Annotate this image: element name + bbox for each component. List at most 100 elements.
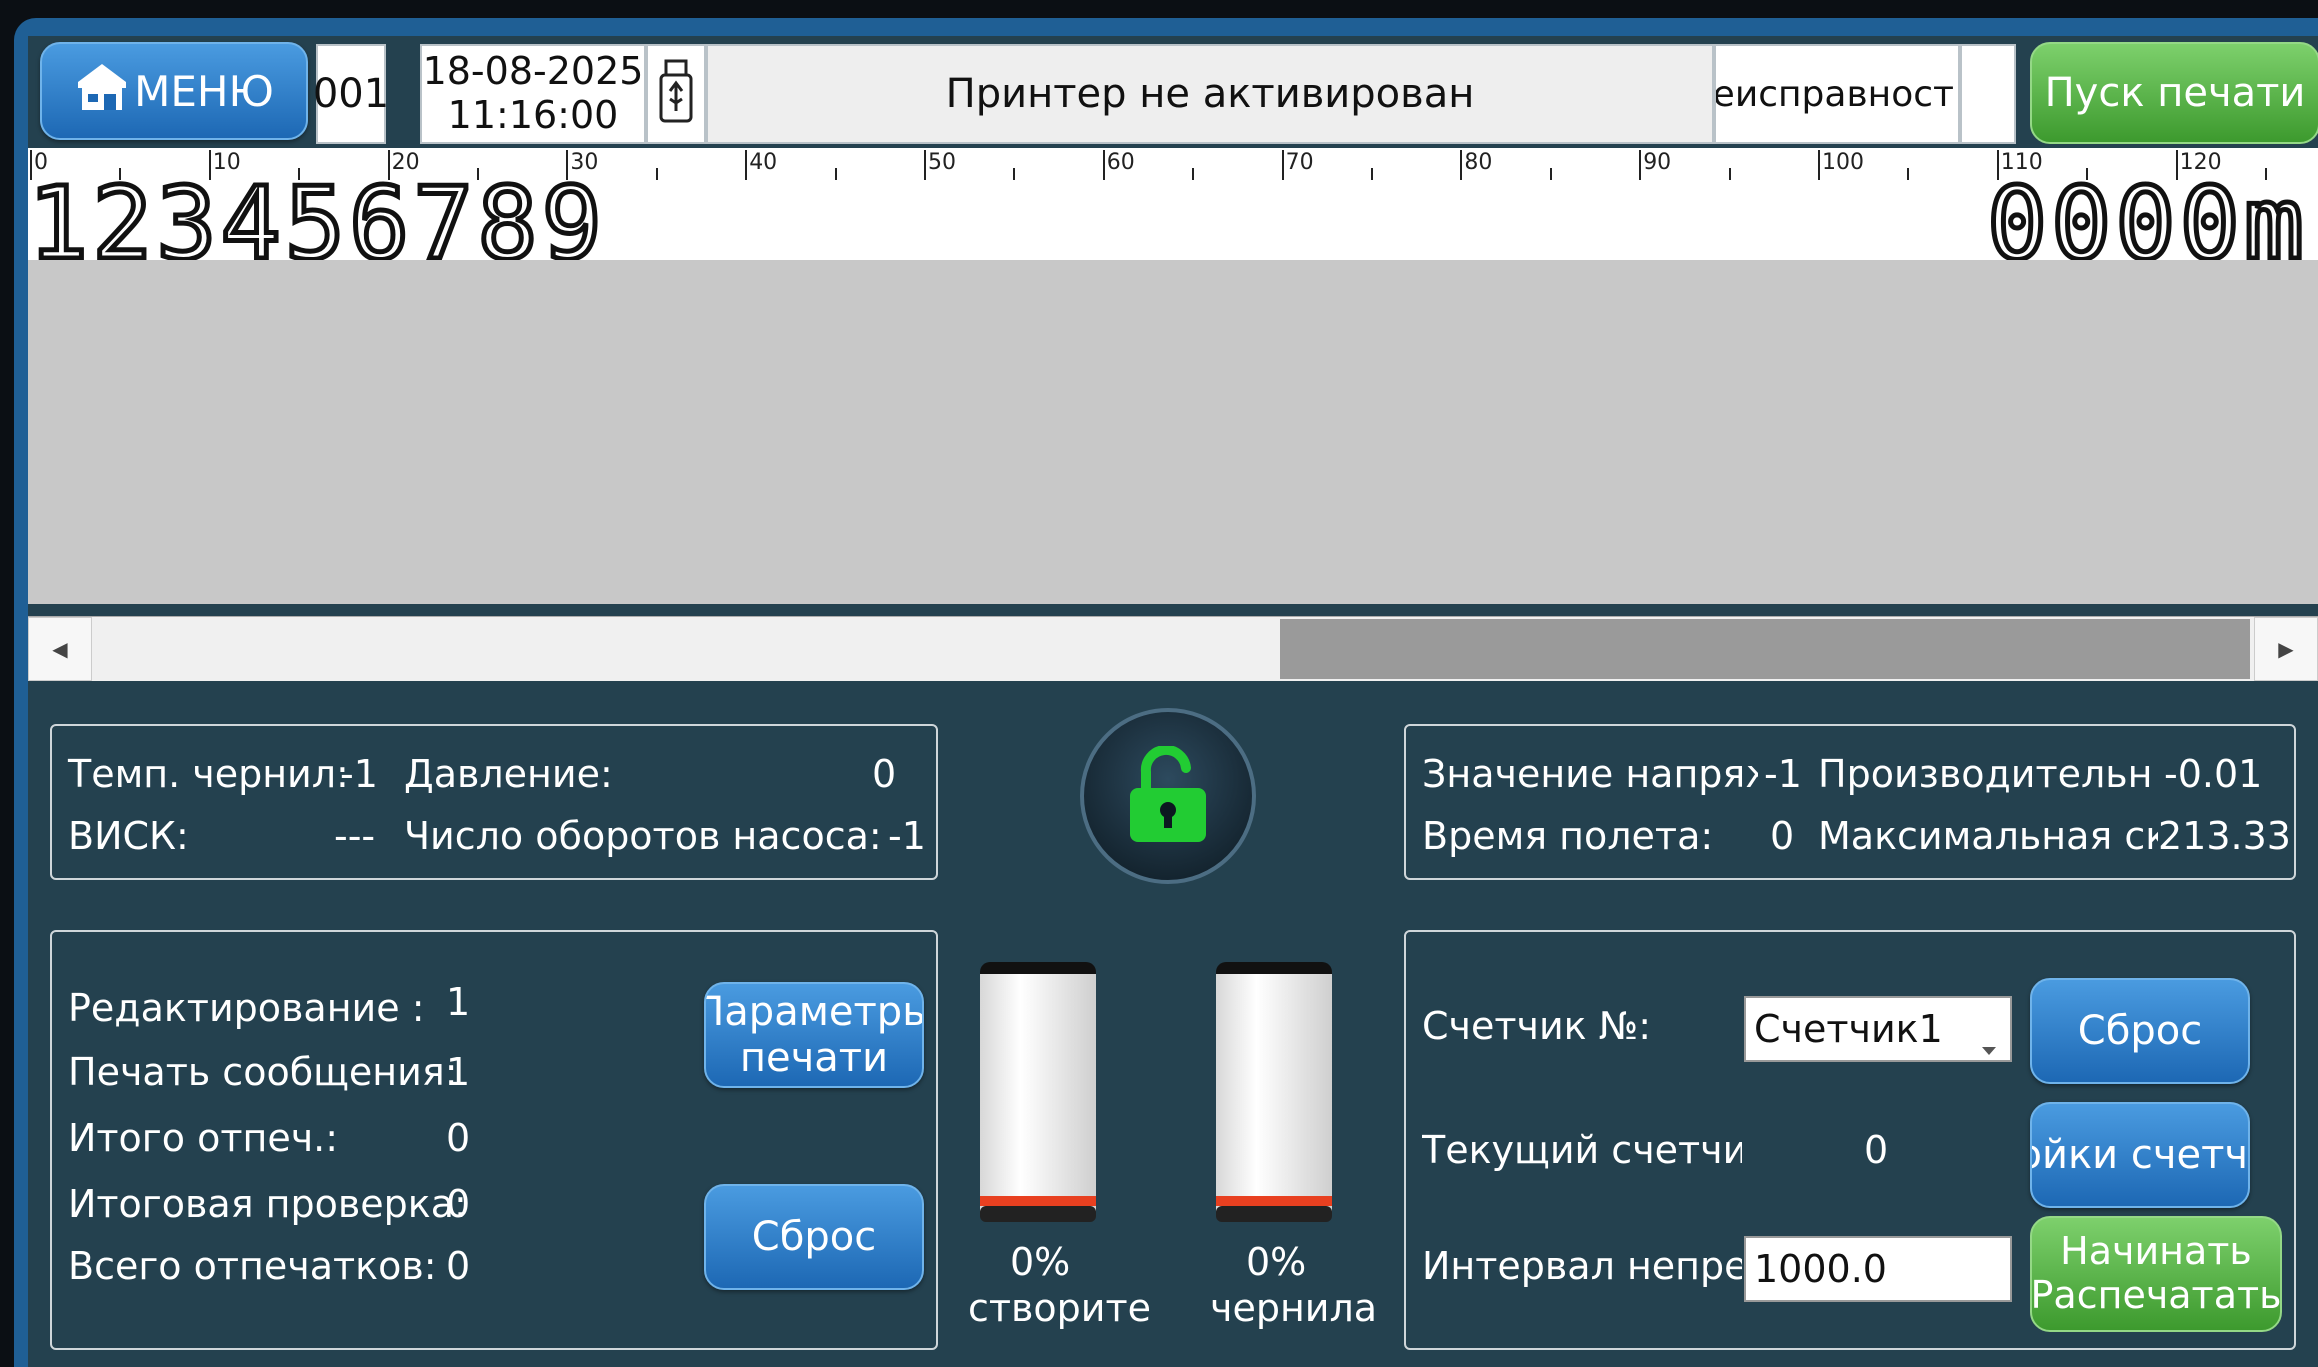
flight-time-label: Время полета: xyxy=(1422,814,1714,858)
ruler-tick-label: 100 xyxy=(1822,150,1864,175)
interval-label: Интервал непре xyxy=(1422,1244,1742,1288)
ruler-tick-label: 40 xyxy=(749,150,778,175)
counter-settings-button[interactable]: тройки счетч xyxy=(2030,1102,2250,1208)
scroll-thumb[interactable] xyxy=(1280,619,2250,679)
scroll-left-arrow-icon[interactable]: ◀ xyxy=(28,617,92,681)
cartridge-level-percent: 0% xyxy=(1010,1240,1071,1284)
print-message-label: Печать сообщения: xyxy=(68,1050,458,1094)
ruler-tick-label: 50 xyxy=(928,150,956,175)
scroll-right-arrow-icon[interactable]: ▶ xyxy=(2254,617,2318,681)
ruler-major-tick xyxy=(1460,150,1463,180)
ruler-minor-tick xyxy=(1013,168,1016,180)
ink-temp-value: -1 xyxy=(340,752,378,796)
ruler-major-tick xyxy=(1102,150,1105,180)
print-params-button[interactable]: Параметры печати xyxy=(704,982,924,1088)
ruler-major-tick xyxy=(1639,150,1642,180)
print-params-line1: Параметры xyxy=(704,989,924,1035)
ruler-minor-tick xyxy=(834,168,837,180)
usb-icon xyxy=(658,59,694,129)
top-bar: МЕНЮ 001 18-08-2025 11:16:00 Принтер не … xyxy=(28,36,2318,148)
fault-status-text: Неисправност xyxy=(1714,73,1954,115)
menu-button[interactable]: МЕНЮ xyxy=(40,42,308,140)
voltage-label: Значение напряж xyxy=(1422,752,1758,796)
print-params-line2: печати xyxy=(739,1035,889,1081)
ruler-tick-label: 90 xyxy=(1643,150,1672,175)
max-speed-value: 213.33 xyxy=(2158,814,2291,858)
visc-value: --- xyxy=(334,814,376,858)
ruler-minor-tick xyxy=(655,168,658,180)
pump-rpm-value: -1 xyxy=(888,814,926,858)
home-icon xyxy=(74,58,130,124)
message-preview[interactable]: 123456789 0000m xyxy=(28,171,2318,276)
date-text: 18-08-2025 xyxy=(422,49,644,94)
print-counters-panel: Редактирование : 1 Печать сообщения: 1 И… xyxy=(50,930,938,1350)
ruler-major-tick xyxy=(745,150,748,180)
ruler-tick-label: 60 xyxy=(1106,150,1135,175)
counter-settings-label: тройки счетч xyxy=(2032,1132,2248,1178)
current-counter-value: 0 xyxy=(1864,1128,1889,1172)
cartridge-label: чернила xyxy=(1210,1286,1378,1330)
cartridge-label: створите xyxy=(968,1286,1152,1330)
message-text-right: 0000m xyxy=(1984,165,2308,282)
cartridge-level-percent: 0% xyxy=(1246,1240,1307,1284)
begin-print-line1: Начинать xyxy=(2060,1229,2252,1274)
all-prints-label: Всего отпечатков: xyxy=(68,1244,437,1288)
print-number: 001 xyxy=(313,44,389,144)
menu-label: МЕНЮ xyxy=(134,66,274,116)
status-spacer xyxy=(1960,44,2016,144)
ruler-major-tick xyxy=(1818,150,1820,180)
voltage-value: -1 xyxy=(1764,752,1802,796)
begin-print-button[interactable]: Начинать Распечатать xyxy=(2030,1216,2282,1332)
ruler-major-tick xyxy=(1281,150,1284,180)
pressure-label: Давление: xyxy=(404,752,613,796)
reset-counters-button[interactable]: Сброс xyxy=(704,1184,924,1290)
interval-input[interactable]: 1000.0 xyxy=(1744,1236,2012,1302)
performance-value: -0.01 xyxy=(2164,752,2263,796)
datetime-display: 18-08-2025 11:16:00 xyxy=(420,44,646,144)
ruler-minor-tick xyxy=(1728,168,1731,180)
chevron-down-icon xyxy=(1980,1022,1998,1066)
print-message-value: 1 xyxy=(446,1050,471,1094)
counter-select-value: Счетчик1 xyxy=(1754,1007,1943,1051)
serial-counter-panel: Счетчик №: Счетчик1 Сброс Текущий счетчи… xyxy=(1404,930,2296,1350)
ink-status-panel: Темп. чернил: -1 Давление: 0 ВИСК: --- Ч… xyxy=(50,724,938,880)
head-status-panel: Значение напряж -1 Производительно -0.01… xyxy=(1404,724,2296,880)
edit-value: 1 xyxy=(446,980,471,1024)
ruler-minor-tick xyxy=(1192,168,1195,180)
visc-label: ВИСК: xyxy=(68,814,189,858)
edit-label: Редактирование : xyxy=(68,986,425,1030)
solvent-cartridge xyxy=(976,960,1100,1226)
fault-status: Неисправност xyxy=(1714,44,1960,144)
message-work-area[interactable] xyxy=(28,260,2318,604)
ink-temp-label: Темп. чернил: xyxy=(68,752,349,796)
start-print-button[interactable]: Пуск печати xyxy=(2030,42,2318,144)
hmi-screen: МЕНЮ 001 18-08-2025 11:16:00 Принтер не … xyxy=(28,36,2318,1367)
final-check-value: 0 xyxy=(446,1182,471,1226)
current-counter-label: Текущий счетчик xyxy=(1422,1128,1742,1172)
pump-rpm-label: Число оборотов насоса: xyxy=(404,814,882,858)
begin-print-line2: Распечатать xyxy=(2030,1273,2282,1317)
ruler-minor-tick xyxy=(1371,168,1373,180)
time-text: 11:16:00 xyxy=(447,93,619,137)
performance-label: Производительно xyxy=(1818,752,2154,796)
final-check-label: Итоговая проверка: xyxy=(68,1182,467,1226)
ruler-tick-label: 70 xyxy=(1285,150,1314,175)
ruler-major-tick xyxy=(924,150,926,180)
message-text-left: 123456789 xyxy=(28,165,606,282)
usb-indicator[interactable] xyxy=(646,44,706,144)
ruler-minor-tick xyxy=(1549,168,1552,180)
printer-status: Принтер не активирован xyxy=(706,44,1714,144)
ink-cartridge xyxy=(1212,960,1336,1226)
counter-select[interactable]: Счетчик1 xyxy=(1744,996,2012,1062)
unlock-button[interactable] xyxy=(1080,708,1256,884)
horizontal-scrollbar[interactable]: ◀ ▶ xyxy=(28,616,2318,681)
counter-reset-button[interactable]: Сброс xyxy=(2030,978,2250,1084)
unlock-icon xyxy=(1124,744,1214,850)
ruler-tick-label: 80 xyxy=(1464,150,1493,175)
max-speed-label: Максимальная ск xyxy=(1818,814,2158,858)
ruler-minor-tick xyxy=(1907,168,1910,180)
total-printed-label: Итого отпеч.: xyxy=(68,1116,339,1160)
pressure-value: 0 xyxy=(872,752,897,796)
all-prints-value: 0 xyxy=(446,1244,471,1288)
total-printed-value: 0 xyxy=(446,1116,471,1160)
